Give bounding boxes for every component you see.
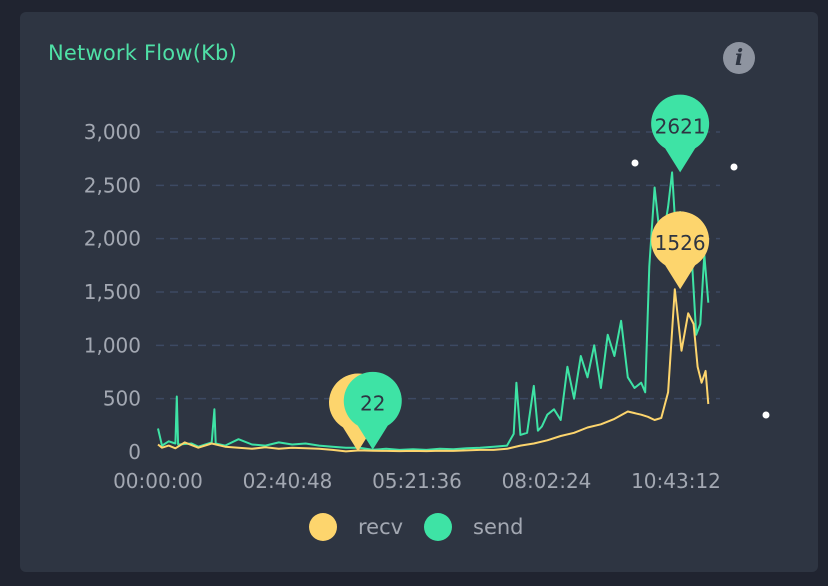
decor-dot xyxy=(762,411,770,419)
legend-label: send xyxy=(473,515,524,539)
marker-pin-label: 22 xyxy=(360,392,385,416)
legend-item-recv[interactable]: recv xyxy=(309,513,403,541)
legend-item-send[interactable]: send xyxy=(424,513,524,541)
y-tick-label: 0 xyxy=(128,440,141,464)
marker-pin: 1526 xyxy=(651,211,710,290)
network-flow-chart: 0 500 1,000 1,500 2,000 2,500 3,000 00:00:00 02… xyxy=(84,94,770,541)
decor-dot xyxy=(631,159,639,167)
y-tick-label: 3,000 xyxy=(84,120,141,144)
legend-swatch xyxy=(424,513,452,541)
legend-label: recv xyxy=(358,515,403,539)
y-tick-label: 2,500 xyxy=(84,173,141,197)
y-tick-label: 1,000 xyxy=(84,333,141,357)
x-tick-label: 05:21:36 xyxy=(372,469,462,493)
x-tick-label: 02:40:48 xyxy=(243,469,333,493)
x-tick-label: 00:00:00 xyxy=(113,469,203,493)
y-tick-label: 2,000 xyxy=(84,227,141,251)
y-tick-label: 500 xyxy=(103,387,141,411)
x-tick-label: 10:43:12 xyxy=(631,469,721,493)
marker-pin-label: 1526 xyxy=(655,231,706,255)
decor-dot xyxy=(730,163,738,171)
series-line-send xyxy=(157,171,710,451)
y-tick-label: 1,500 xyxy=(84,280,141,304)
x-tick-label: 08:02:24 xyxy=(502,469,592,493)
marker-pin: 2621 xyxy=(651,94,710,173)
series-line-recv xyxy=(157,288,710,453)
legend-swatch xyxy=(309,513,337,541)
marker-pin-label: 2621 xyxy=(655,114,706,138)
